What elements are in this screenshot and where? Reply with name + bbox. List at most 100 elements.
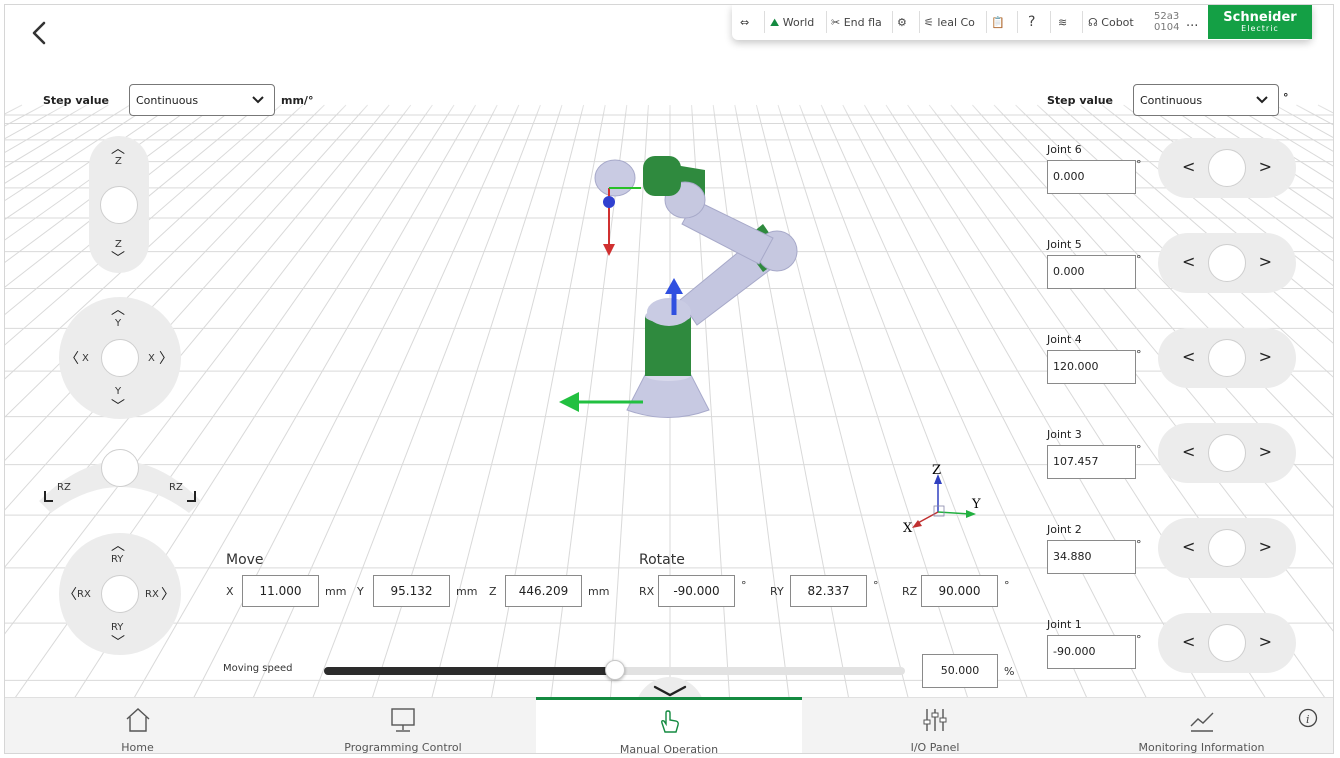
joint-4-jog-knob[interactable] [1208,339,1246,377]
nav-monitoring[interactable]: Monitoring Information [1068,698,1333,753]
joint-5-increase-button[interactable]: > [1259,252,1272,271]
ideal-co-label: leal Co [937,16,975,29]
nav-programming[interactable]: Programming Control [270,698,536,754]
joint-4-jog-pad: < > [1158,328,1296,388]
joint-5-label: Joint 5 [1047,238,1082,251]
z-up-label: Z [115,156,122,167]
joint-2-jog-knob[interactable] [1208,529,1246,567]
speed-slider-thumb[interactable] [604,660,625,680]
nav-home[interactable]: Home [5,698,270,753]
joint-5-jog-knob[interactable] [1208,244,1246,282]
monitor-icon [391,708,415,732]
rotate-rz-label: RZ [902,585,918,598]
nav-manual-label: Manual Operation [619,743,719,754]
cobot-button[interactable]: ☊ Cobot [1088,5,1152,40]
joint-3-decrease-button[interactable]: < [1182,442,1195,461]
z-up-button[interactable]: ︿ [111,138,125,158]
axis-orientation-widget: Z Y X [903,463,981,536]
joint-6-increase-button[interactable]: > [1259,157,1272,176]
rx-right-button[interactable]: 〉 [161,584,175,604]
joint-5-input[interactable]: 0.000 [1047,255,1136,289]
end-flange-label: End fla [843,16,882,29]
joint-2-increase-button[interactable]: > [1259,537,1272,556]
ideal-coordinate-button[interactable]: ⚟ leal Co [924,5,984,40]
rx-right-label: RX [145,589,159,600]
move-y-unit: mm [456,585,478,598]
y-up-button[interactable]: ︿ [111,299,125,319]
joint-4-label: Joint 4 [1047,333,1082,346]
joint-3-increase-button[interactable]: > [1259,442,1272,461]
joint-6-decrease-button[interactable]: < [1182,157,1195,176]
x-left-button[interactable]: 〈 [65,348,79,368]
speed-unit: % [1004,665,1015,678]
joint-1-input[interactable]: -90.000 [1047,635,1136,669]
wifi-icon: ≋ [1058,16,1068,29]
xy-jog-pad: ︿ Y 〈 X X 〉 Y ﹀ [59,297,181,419]
trend-chart-icon [1190,712,1213,732]
info-button[interactable]: i [1298,708,1318,728]
coordinate-world-button[interactable]: ⛰ World [770,5,826,40]
sliders-icon [923,709,947,731]
joint-1-decrease-button[interactable]: < [1182,632,1195,651]
rx-left-button[interactable]: 〈 [63,584,77,604]
moving-speed-label: Moving speed [223,663,293,674]
cobot-label: Cobot [1101,16,1134,29]
y-down-button[interactable]: ﹀ [111,396,125,416]
joint-3-input[interactable]: 107.457 [1047,445,1136,479]
z-down-button[interactable]: ﹀ [111,248,125,268]
world-label: World [782,16,815,29]
joint-3-jog-pad: < > [1158,423,1296,483]
joint-1-increase-button[interactable]: > [1259,632,1272,651]
nav-programming-label: Programming Control [344,741,462,754]
speed-input[interactable]: 50.000 [922,654,998,688]
toolbar-divider [919,11,920,33]
speed-slider-track[interactable] [324,660,905,680]
right-step-select[interactable]: Continuous [1133,84,1279,116]
more-icon: ... [1186,15,1199,30]
joint-4-increase-button[interactable]: > [1259,347,1272,366]
joint-4-input[interactable]: 120.000 [1047,350,1136,384]
ry-down-button[interactable]: ﹀ [111,632,125,652]
joint-2-decrease-button[interactable]: < [1182,537,1195,556]
nav-io-panel[interactable]: I/O Panel [802,698,1068,753]
joint-2-input[interactable]: 34.880 [1047,540,1136,574]
joint-5-decrease-button[interactable]: < [1182,252,1195,271]
joint-6-unit: ° [1136,158,1142,171]
joint-5-unit: ° [1136,253,1142,266]
rz-jog-knob[interactable] [101,449,139,487]
rotate-ry-input[interactable]: 82.337 [790,575,867,607]
joint-6-input[interactable]: 0.000 [1047,160,1136,194]
swap-icon[interactable]: ⇔ [740,5,760,40]
joint-2-unit: ° [1136,538,1142,551]
left-step-select[interactable]: Continuous [129,84,275,116]
joint-4-decrease-button[interactable]: < [1182,347,1195,366]
wifi-button[interactable]: ≋ [1058,5,1076,40]
axis-z-label: Z [932,463,941,478]
y-up-label: Y [115,318,122,329]
help-button[interactable]: ? [1028,5,1042,40]
joint-6-jog-knob[interactable] [1208,149,1246,187]
clipboard-button[interactable]: 📋 [991,5,1011,40]
more-button[interactable]: ... [1186,5,1202,40]
rz-right-label: RZ [169,482,183,493]
rxry-jog-knob[interactable] [101,575,139,613]
x-right-button[interactable]: 〉 [159,348,173,368]
end-flange-button[interactable]: ✂ End fla [831,5,891,40]
robot-3d-view[interactable] [545,140,825,430]
move-z-input[interactable]: 446.209 [505,575,582,607]
ry-up-button[interactable]: ︿ [111,535,125,555]
settings-button[interactable]: ⚙ [897,5,915,40]
move-y-input[interactable]: 95.132 [373,575,450,607]
bottom-navigation: Home Programming Control Manual Operatio… [5,697,1333,754]
move-x-input[interactable]: 11.000 [242,575,319,607]
joint-1-jog-knob[interactable] [1208,624,1246,662]
move-y-label: Y [357,585,364,598]
nav-manual-operation[interactable]: Manual Operation [536,697,802,754]
rotate-rz-input[interactable]: 90.000 [921,575,998,607]
toolbar-divider [1082,11,1083,33]
rotate-rx-input[interactable]: -90.000 [658,575,735,607]
z-jog-knob[interactable] [100,186,138,224]
joint-3-jog-knob[interactable] [1208,434,1246,472]
back-button[interactable] [29,19,53,49]
xy-jog-knob[interactable] [101,339,139,377]
